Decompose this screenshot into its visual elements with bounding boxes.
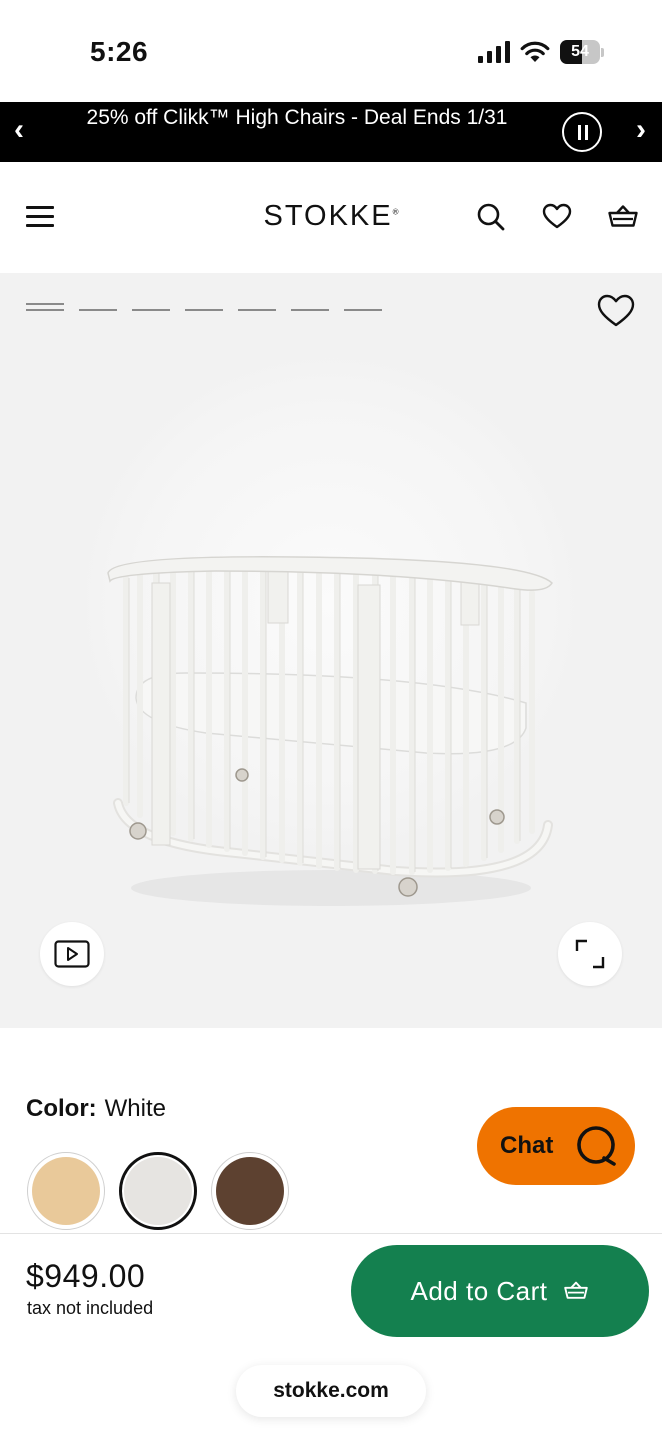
- battery-percent: 54: [571, 43, 589, 60]
- gallery-dot[interactable]: [291, 303, 329, 311]
- chat-button[interactable]: Chat: [477, 1107, 635, 1185]
- color-swatch-walnut[interactable]: [211, 1152, 289, 1230]
- gallery-dot[interactable]: [344, 303, 382, 311]
- gallery-dot[interactable]: [185, 303, 223, 311]
- status-time: 5:26: [90, 36, 149, 67]
- crib-product-image: [107, 556, 553, 906]
- promo-prev-button[interactable]: ‹: [14, 112, 24, 148]
- site-header: STOKKE®: [0, 162, 662, 273]
- color-swatch-white[interactable]: [119, 1152, 197, 1230]
- add-to-cart-button[interactable]: Add to Cart: [351, 1245, 649, 1337]
- promo-pause-button[interactable]: [562, 112, 602, 152]
- gallery-pagination: [26, 303, 382, 311]
- add-to-cart-label: Add to Cart: [410, 1275, 548, 1306]
- gallery-dot[interactable]: [79, 303, 117, 311]
- color-swatch-natural[interactable]: [27, 1152, 105, 1230]
- gallery-dot[interactable]: [238, 303, 276, 311]
- promo-next-button[interactable]: ›: [636, 112, 646, 148]
- color-selector-label: Color: White: [26, 1095, 166, 1123]
- chat-label: Chat: [500, 1132, 554, 1159]
- color-label: Color:: [26, 1095, 97, 1122]
- product-image-gallery[interactable]: [0, 273, 662, 1028]
- product-price: $949.00: [26, 1258, 146, 1294]
- play-video-button[interactable]: [40, 922, 104, 986]
- status-bar: 5:26 54: [0, 0, 662, 102]
- add-to-wishlist-heart-icon[interactable]: [596, 291, 636, 331]
- status-icons: 54: [478, 40, 604, 64]
- shopping-basket-icon[interactable]: [606, 200, 640, 234]
- swatch-fill: [32, 1157, 100, 1225]
- wishlist-heart-icon[interactable]: [540, 200, 574, 234]
- promo-text[interactable]: 25% off Clikk™ High Chairs - Deal Ends 1…: [60, 105, 534, 131]
- wifi-icon: [520, 41, 550, 62]
- gallery-dot[interactable]: [132, 303, 170, 311]
- purchase-bar: $949.00 tax not included Add to Cart sto…: [0, 1233, 662, 1440]
- color-value: White: [104, 1095, 167, 1122]
- promo-banner: ‹ 25% off Clikk™ High Chairs - Deal Ends…: [0, 102, 662, 162]
- search-icon[interactable]: [474, 200, 508, 234]
- gallery-dot[interactable]: [26, 303, 64, 311]
- swatch-fill: [216, 1157, 284, 1225]
- expand-icon: [575, 939, 605, 969]
- tax-note: tax not included: [27, 1298, 154, 1318]
- battery-icon: 54: [560, 40, 604, 64]
- basket-icon: [563, 1281, 588, 1299]
- cellular-signal-icon: [478, 41, 510, 63]
- play-video-icon: [54, 940, 90, 968]
- swatch-fill: [124, 1157, 192, 1225]
- fullscreen-button[interactable]: [558, 922, 622, 986]
- browser-url-bar[interactable]: stokke.com: [236, 1365, 426, 1417]
- chat-bubble-icon: [577, 1126, 616, 1166]
